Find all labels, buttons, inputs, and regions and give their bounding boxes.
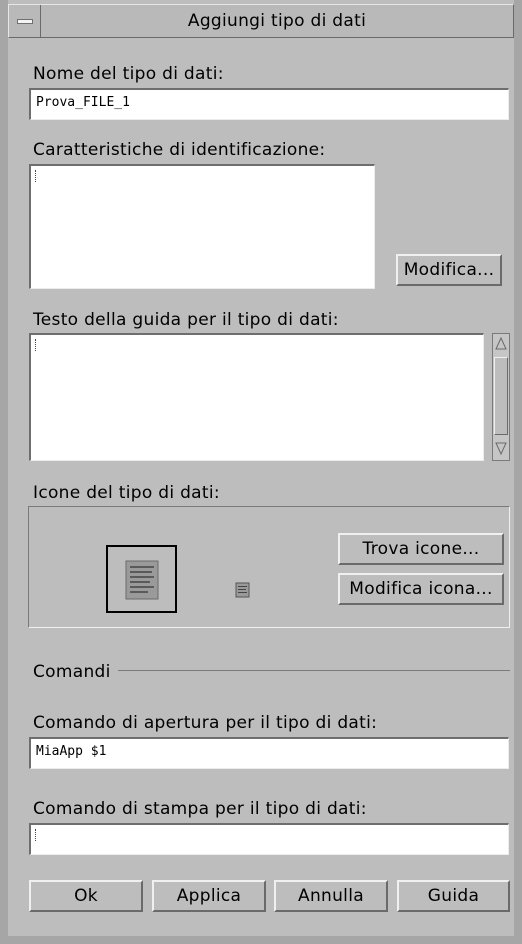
text-cursor-icon (35, 339, 38, 351)
small-file-icon[interactable] (235, 582, 251, 598)
scroll-thumb[interactable] (494, 357, 508, 435)
large-file-icon (125, 560, 159, 600)
window-menu-button[interactable] (9, 5, 41, 37)
window-frame-right[interactable] (514, 0, 522, 944)
help-text-label: Testo della guida per il tipo di dati: (33, 310, 339, 330)
help-textarea[interactable] (29, 333, 484, 461)
scroll-down-arrow-icon[interactable] (494, 439, 508, 457)
window-menu-icon (17, 19, 33, 24)
open-command-value: MiaApp $1 (36, 744, 107, 759)
print-command-input[interactable] (29, 823, 509, 855)
window-frame-bottom[interactable] (0, 936, 522, 944)
cancel-button[interactable]: Annulla (274, 880, 388, 912)
title-bar[interactable]: Aggiungi tipo di dati (8, 4, 514, 38)
scroll-up-arrow-icon[interactable] (494, 335, 508, 353)
name-input-value: Prova_FILE_1 (36, 95, 130, 110)
open-command-input[interactable]: MiaApp $1 (29, 737, 509, 769)
window-frame-left[interactable] (0, 0, 8, 944)
identification-textarea[interactable] (29, 164, 375, 289)
print-command-label: Comando di stampa per il tipo di dati: (33, 799, 367, 819)
help-button[interactable]: Guida (397, 880, 510, 912)
icons-label: Icone del tipo di dati: (33, 483, 220, 503)
modify-button[interactable]: Modifica... (396, 254, 502, 286)
ok-button[interactable]: Ok (29, 880, 143, 912)
icons-panel: Trova icone... Modifica icona... (28, 506, 510, 628)
text-cursor-icon (35, 170, 38, 182)
name-label: Nome del tipo di dati: (33, 64, 224, 84)
commands-separator (118, 670, 510, 671)
name-input[interactable]: Prova_FILE_1 (29, 88, 509, 120)
open-command-label: Comando di apertura per il tipo di dati: (33, 713, 378, 733)
commands-section-label: Comandi (33, 662, 111, 682)
dialog-window: Aggiungi tipo di dati Nome del tipo di d… (0, 0, 522, 944)
text-cursor-icon (35, 829, 38, 841)
edit-icon-button[interactable]: Modifica icona... (338, 573, 504, 605)
identification-label: Caratteristiche di identificazione: (33, 140, 326, 160)
window-title: Aggiungi tipo di dati (187, 11, 367, 31)
large-icon-frame[interactable] (106, 545, 177, 613)
find-icons-button[interactable]: Trova icone... (338, 533, 504, 565)
apply-button[interactable]: Applica (152, 880, 266, 912)
help-scrollbar[interactable] (492, 333, 510, 461)
